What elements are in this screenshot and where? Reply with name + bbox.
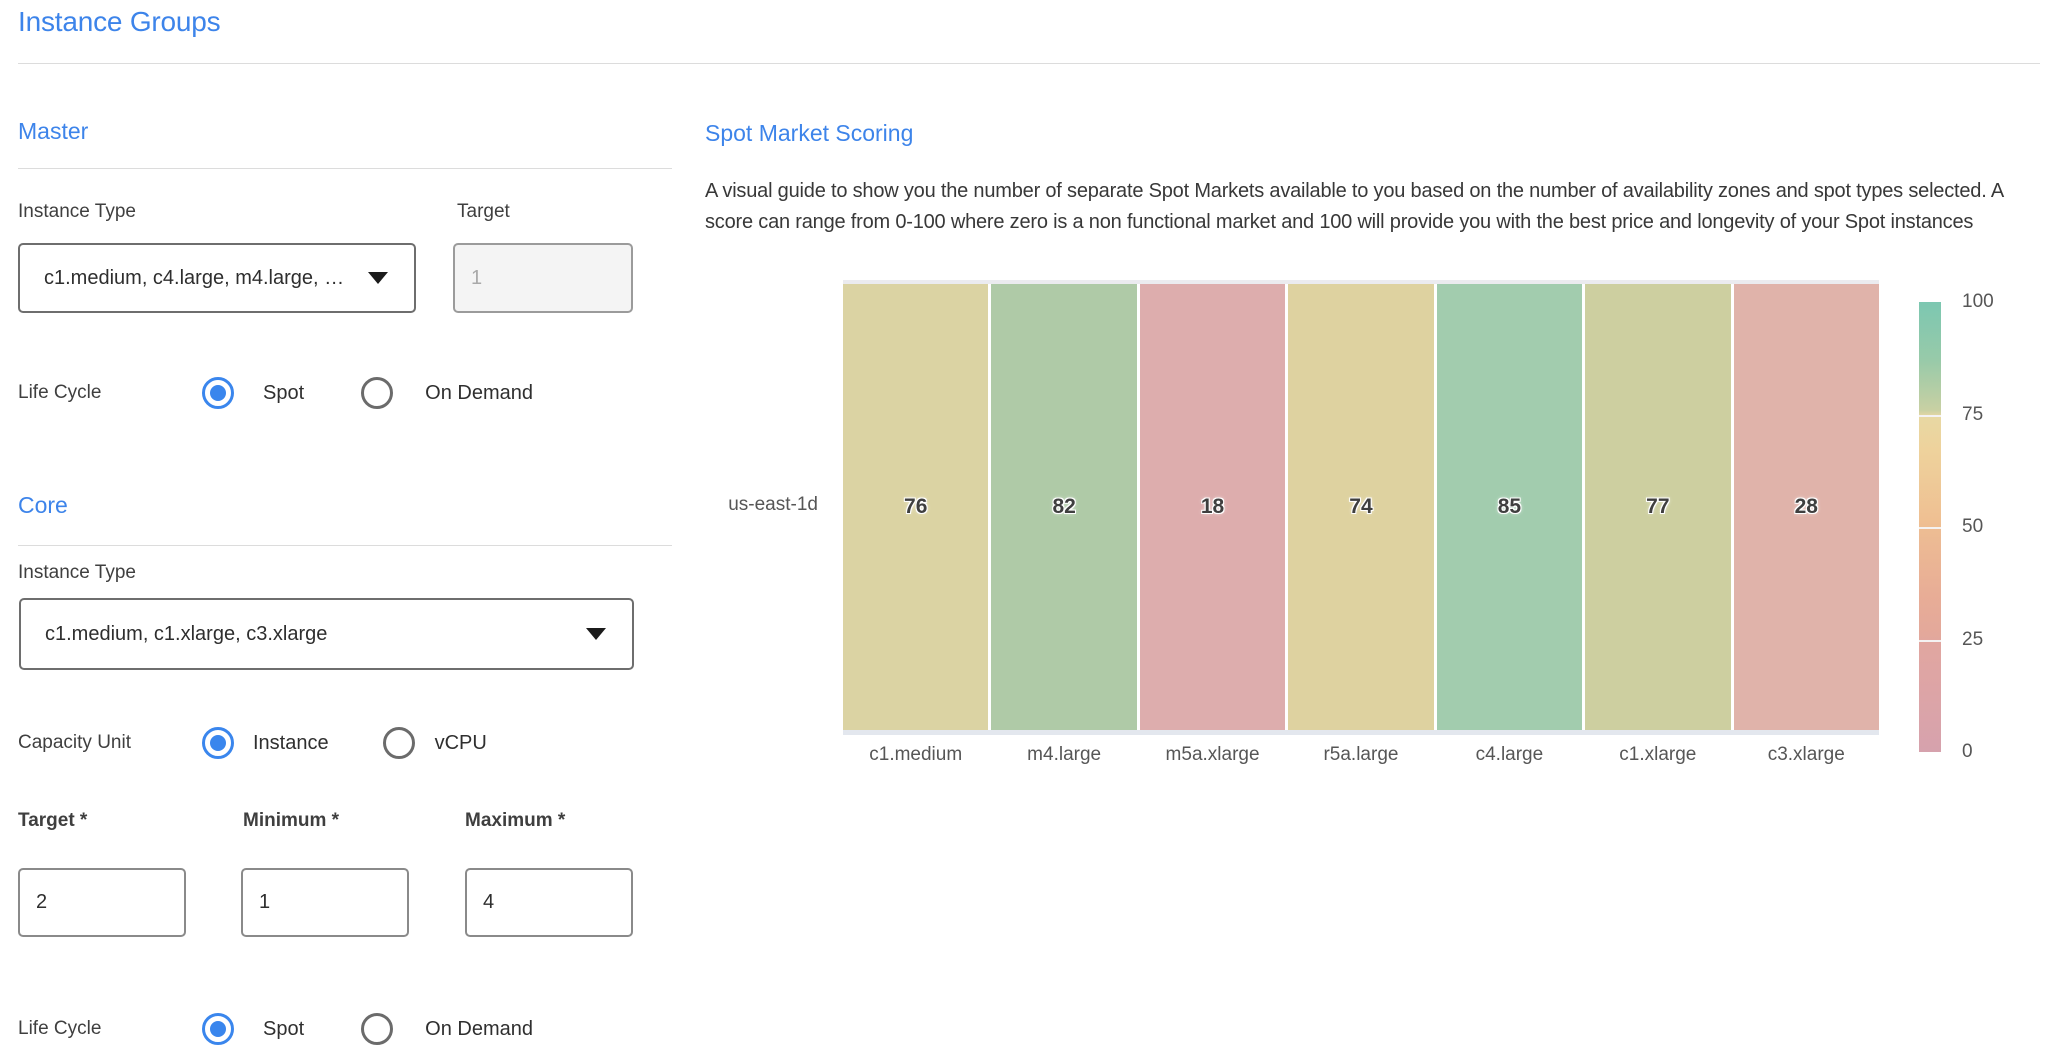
heatmap-cell-value: 28: [1795, 495, 1818, 519]
core-minimum-label: Minimum *: [243, 810, 339, 832]
heatmap-cells: 76 82 18 74 85 77 28: [843, 280, 1879, 735]
core-target-input[interactable]: [18, 868, 186, 937]
heatmap-cell-value: 76: [904, 495, 927, 519]
heatmap-cell-m4.large[interactable]: 82: [991, 284, 1136, 730]
core-on-demand-radio-label[interactable]: On Demand: [425, 1018, 533, 1041]
core-spot-radio-label[interactable]: Spot: [263, 1018, 304, 1041]
heatmap-cell-value: 85: [1498, 495, 1521, 519]
heatmap-x-label: r5a.large: [1288, 744, 1433, 766]
heatmap-x-label: m5a.xlarge: [1140, 744, 1285, 766]
master-target-input[interactable]: [453, 243, 633, 313]
heatmap-cell-c4.large[interactable]: 85: [1437, 284, 1582, 730]
heatmap-x-label: c1.xlarge: [1585, 744, 1730, 766]
master-section-heading: Master: [18, 118, 88, 145]
chevron-down-icon: [586, 628, 606, 640]
core-life-cycle-label: Life Cycle: [18, 1018, 202, 1040]
heatmap-x-label: c1.medium: [843, 744, 988, 766]
master-spot-radio-label[interactable]: Spot: [263, 382, 304, 405]
core-instance-type-value: c1.medium, c1.xlarge, c3.xlarge: [21, 623, 327, 646]
spot-market-scoring-description: A visual guide to show you the number of…: [705, 176, 2041, 238]
core-spot-radio[interactable]: [202, 1013, 234, 1045]
core-vcpu-radio-label[interactable]: vCPU: [435, 732, 487, 755]
colorbar-segment-line: [1919, 415, 1941, 417]
colorbar-segment-line: [1919, 527, 1941, 529]
heatmap-cell-r5a.large[interactable]: 74: [1288, 284, 1433, 730]
master-on-demand-radio[interactable]: [361, 377, 393, 409]
header-divider: [18, 63, 2040, 64]
master-life-cycle-label: Life Cycle: [18, 382, 202, 404]
core-minimum-input[interactable]: [241, 868, 409, 937]
heatmap-row-label: us-east-1d: [698, 494, 818, 516]
core-divider: [18, 545, 672, 546]
core-maximum-label: Maximum *: [465, 810, 565, 832]
core-section-heading: Core: [18, 492, 68, 519]
page-title: Instance Groups: [18, 6, 220, 38]
heatmap-cell-c1.xlarge[interactable]: 77: [1585, 284, 1730, 730]
heatmap-x-label: c4.large: [1437, 744, 1582, 766]
heatmap-cell-c1.medium[interactable]: 76: [843, 284, 988, 730]
core-target-label: Target *: [18, 810, 87, 832]
master-instance-type-label: Instance Type: [18, 201, 136, 223]
heatmap-x-label: m4.large: [991, 744, 1136, 766]
colorbar-tick-label: 25: [1962, 629, 1983, 651]
heatmap-cell-value: 74: [1349, 495, 1372, 519]
core-on-demand-radio[interactable]: [361, 1013, 393, 1045]
core-vcpu-radio[interactable]: [383, 727, 415, 759]
core-instance-radio-label[interactable]: Instance: [253, 732, 329, 755]
heatmap-colorbar: [1919, 302, 1941, 752]
colorbar-tick-label: 100: [1962, 291, 1994, 313]
heatmap-cell-value: 82: [1052, 495, 1075, 519]
master-on-demand-radio-label[interactable]: On Demand: [425, 382, 533, 405]
master-target-label: Target: [457, 201, 510, 223]
colorbar-ticks: 1007550250: [1962, 302, 2022, 752]
heatmap-cell-value: 18: [1201, 495, 1224, 519]
master-divider: [18, 168, 672, 169]
spot-market-scoring-heading: Spot Market Scoring: [705, 120, 913, 147]
heatmap-x-label: c3.xlarge: [1734, 744, 1879, 766]
core-instance-type-dropdown[interactable]: c1.medium, c1.xlarge, c3.xlarge: [19, 598, 634, 670]
heatmap-x-labels: c1.mediumm4.largem5a.xlarger5a.largec4.l…: [843, 744, 1879, 766]
master-instance-type-value: c1.medium, c4.large, m4.large, …: [20, 267, 344, 290]
colorbar-tick-label: 75: [1962, 404, 1983, 426]
heatmap-cell-m5a.xlarge[interactable]: 18: [1140, 284, 1285, 730]
colorbar-segment-line: [1919, 640, 1941, 642]
heatmap-cell-value: 77: [1646, 495, 1669, 519]
master-instance-type-dropdown[interactable]: c1.medium, c4.large, m4.large, …: [18, 243, 416, 313]
heatmap-cell-c3.xlarge[interactable]: 28: [1734, 284, 1879, 730]
colorbar-tick-label: 0: [1962, 741, 1973, 763]
colorbar-tick-label: 50: [1962, 516, 1983, 538]
instance-groups-page: Instance Groups Master Instance Type Tar…: [0, 0, 2058, 1058]
core-capacity-unit-label: Capacity Unit: [18, 732, 202, 754]
core-instance-type-label: Instance Type: [18, 562, 136, 584]
core-instance-radio[interactable]: [202, 727, 234, 759]
chevron-down-icon: [368, 272, 388, 284]
master-spot-radio[interactable]: [202, 377, 234, 409]
core-maximum-input[interactable]: [465, 868, 633, 937]
